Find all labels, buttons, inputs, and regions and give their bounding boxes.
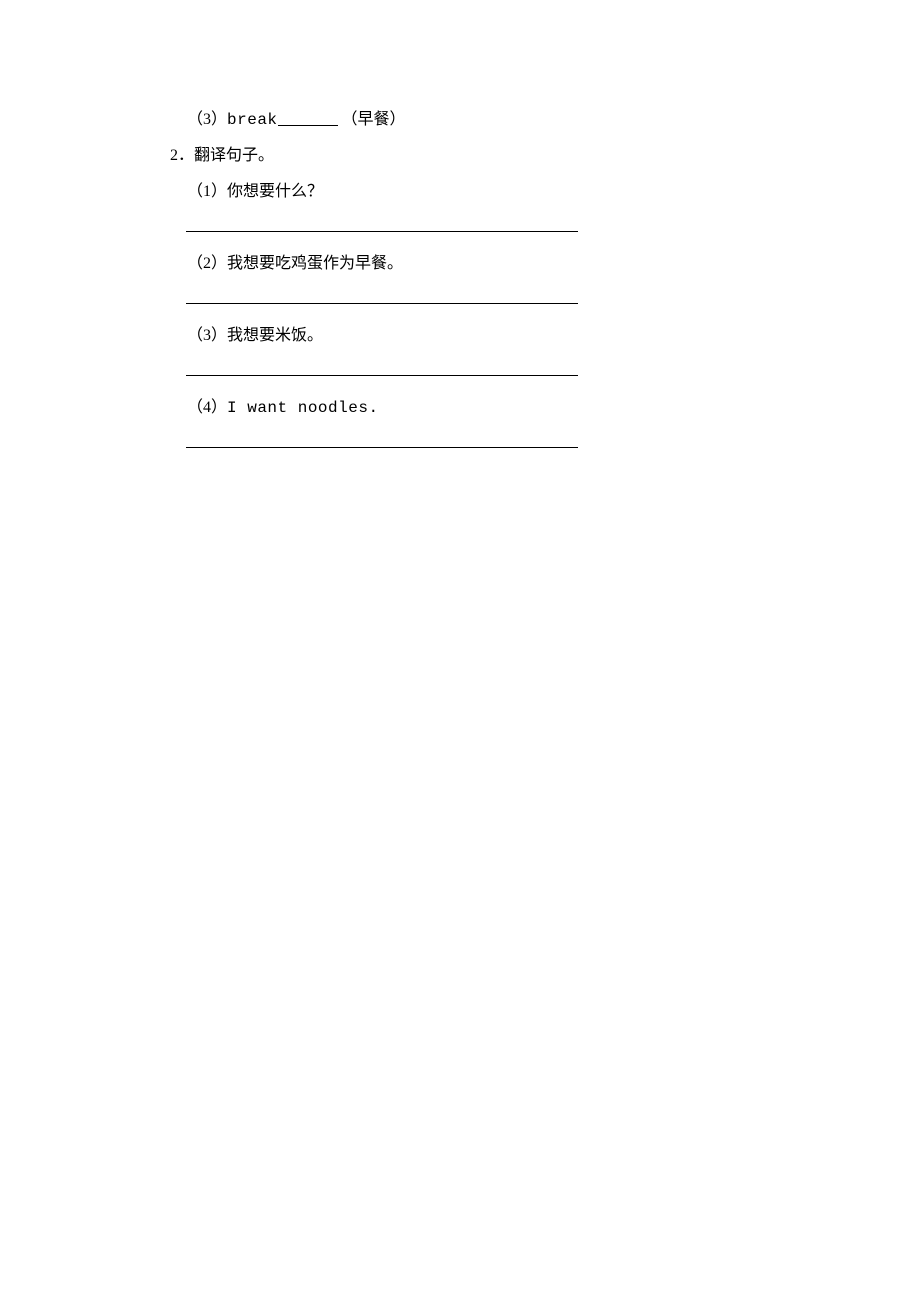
q1-item-3-label: （3） — [187, 111, 227, 128]
q1-item-3-blank[interactable] — [278, 124, 338, 126]
q2-item-3-answer-line[interactable] — [170, 360, 920, 384]
q2-item-1-label: （1） — [187, 183, 227, 200]
q2-heading: 2．翻译句子。 — [170, 144, 920, 168]
q2-item-4-text: I want noodles. — [227, 399, 379, 417]
q2-item-1: （1）你想要什么？ — [170, 180, 920, 204]
q1-item-3: （3）break （早餐） — [170, 108, 920, 132]
q2-item-2-label: （2） — [187, 255, 227, 272]
q2-item-2: （2）我想要吃鸡蛋作为早餐。 — [170, 252, 920, 276]
q1-item-3-hint: （早餐） — [342, 111, 406, 128]
q1-item-3-word-prefix: break — [227, 111, 278, 129]
q2-item-1-text: 你想要什么？ — [227, 183, 323, 200]
q2-item-4: （4）I want noodles. — [170, 396, 920, 420]
q2-item-3-text: 我想要米饭。 — [227, 327, 323, 344]
q2-item-2-answer-line[interactable] — [170, 288, 920, 312]
q2-item-1-answer-line[interactable] — [170, 216, 920, 240]
q2-item-3: （3）我想要米饭。 — [170, 324, 920, 348]
q2-item-4-label: （4） — [187, 399, 227, 416]
q2-item-3-label: （3） — [187, 327, 227, 344]
q2-item-4-answer-line[interactable] — [170, 432, 920, 456]
q2-item-2-text: 我想要吃鸡蛋作为早餐。 — [227, 255, 403, 272]
